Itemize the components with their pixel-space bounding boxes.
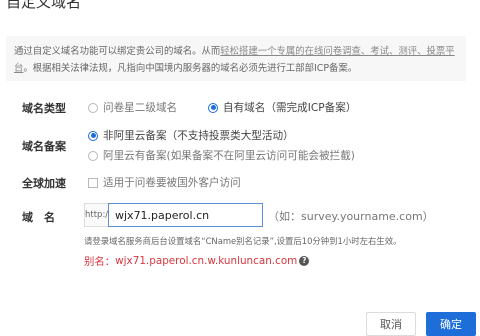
domain-filing-option-aliyun[interactable]: 阿里云有备案(如果备案不在阿里云访问可能会被拦截) (88, 148, 355, 163)
domain-type-option-own[interactable]: 自有域名（需完成ICP备案） (208, 100, 356, 115)
radio-icon[interactable] (88, 102, 98, 113)
notice-box: 通过自定义域名功能可以绑定贵公司的域名。从而轻松搭建一个专属的在线问卷调查、考试… (6, 36, 466, 81)
radio-icon[interactable] (88, 150, 98, 161)
alias-label: 别名： (84, 256, 116, 268)
notice-text-start: 通过自定义域名功能可以绑定贵公司的域名。从而 (14, 46, 221, 57)
question-circle-icon[interactable]: ? (299, 255, 310, 266)
domain-input[interactable] (108, 203, 263, 227)
global-acceleration-label: 全球加速 (22, 177, 66, 190)
notice-text-end: 。根据相关法律法规，凡指向中国境内服务器的域名必须先进行工部部ICP备案。 (23, 63, 358, 74)
checkbox-icon[interactable] (88, 177, 98, 188)
checkbox-label: 适用于问卷要被国外客户访问 (103, 177, 241, 189)
radio-checked-icon[interactable] (88, 130, 98, 141)
alias-row: 别名： wjx71.paperol.cn.w.kunluncan.com ? (84, 253, 310, 268)
http-prefix: http:// (84, 203, 111, 227)
option-label: 非阿里云备案（不支持投票类大型活动） (103, 130, 294, 142)
dialog-title: 自定义域名 (6, 0, 82, 11)
domain-type-label: 域名类型 (22, 102, 66, 115)
domain-example: （如：survey.yourname.com） (268, 210, 434, 223)
option-label: 问卷星二级域名 (103, 102, 178, 114)
radio-checked-icon[interactable] (208, 102, 218, 113)
cancel-button[interactable]: 取消 (366, 312, 416, 336)
global-acceleration-checkbox[interactable]: 适用于问卷要被国外客户访问 (88, 175, 241, 190)
domain-filing-option-non-aliyun[interactable]: 非阿里云备案（不支持投票类大型活动） (88, 128, 294, 143)
option-label: 自有域名（需完成ICP备案） (223, 102, 357, 114)
confirm-button[interactable]: 确定 (426, 312, 476, 336)
domain-filing-label: 域名备案 (22, 140, 66, 153)
option-label: 阿里云有备案(如果备案不在阿里云访问可能会被拦截) (103, 150, 355, 162)
alias-value: wjx71.paperol.cn.w.kunluncan.com (115, 254, 298, 267)
domain-type-option-subdomain[interactable]: 问卷星二级域名 (88, 100, 177, 115)
domain-label: 域 名 (22, 211, 55, 224)
cname-hint: 请登录域名服务商后台设置域名“CName别名记录”,设置后10分钟到1小时左右生… (84, 236, 402, 246)
